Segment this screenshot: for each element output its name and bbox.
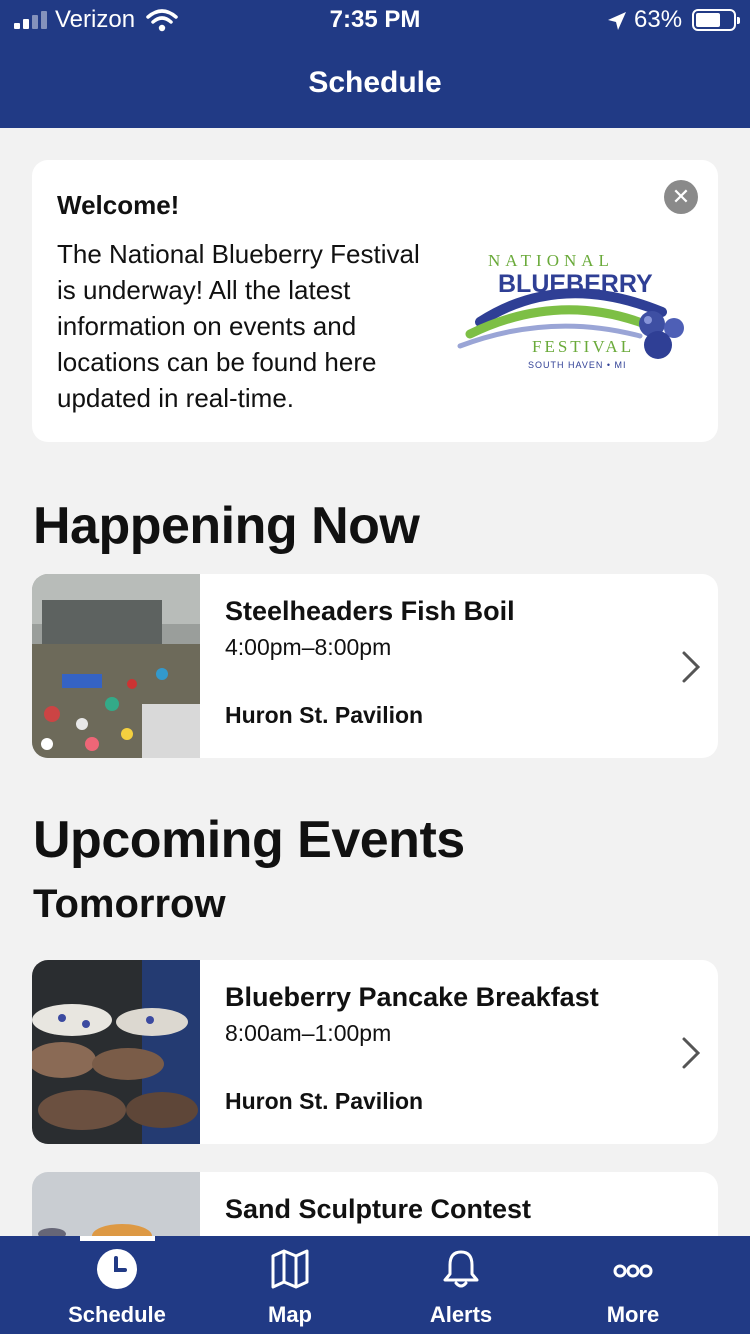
event-card-now-0[interactable]: Steelheaders Fish Boil 4:00pm–8:00pm Hur…	[32, 574, 718, 758]
event-time: 4:00pm–8:00pm	[225, 634, 392, 660]
upcoming-events-heading: Upcoming Events	[33, 811, 465, 869]
event-time: 8:00am–1:00pm	[225, 1020, 392, 1046]
tab-alerts[interactable]: Alerts	[367, 1236, 555, 1334]
page-title: Schedule	[308, 66, 442, 99]
location-arrow-icon	[608, 12, 626, 30]
tab-label: More	[606, 1302, 660, 1327]
tab-schedule[interactable]: Schedule	[23, 1236, 211, 1334]
map-icon	[271, 1249, 309, 1289]
tab-label: Schedule	[68, 1302, 166, 1327]
happening-now-heading: Happening Now	[33, 497, 420, 555]
tab-label: Map	[268, 1302, 312, 1327]
event-photo	[32, 960, 200, 1144]
active-tab-indicator	[80, 1236, 155, 1241]
svg-text:FESTIVAL: FESTIVAL	[532, 337, 634, 356]
svg-text:NATIONAL: NATIONAL	[488, 251, 614, 270]
chevron-right-icon	[682, 1037, 701, 1069]
top-bar: Verizon 7:35 PM 63% Schedule	[0, 0, 750, 128]
tab-bar: Schedule Map Alerts More	[0, 1236, 750, 1334]
event-photo	[32, 574, 200, 758]
tab-label: Alerts	[429, 1302, 493, 1327]
event-name: Sand Sculpture Contest	[225, 1194, 532, 1224]
chevron-right-icon	[682, 651, 701, 683]
event-name: Steelheaders Fish Boil	[225, 596, 515, 626]
status-bar: Verizon 7:35 PM 63%	[0, 0, 750, 42]
bell-icon	[443, 1250, 479, 1288]
close-icon: ✕	[671, 184, 691, 209]
tab-more[interactable]: More	[539, 1236, 727, 1334]
event-location: Huron St. Pavilion	[225, 702, 424, 728]
welcome-card: Welcome! The National Blueberry Festival…	[32, 160, 718, 442]
tab-map[interactable]: Map	[196, 1236, 384, 1334]
festival-logo: NATIONAL BLUEBERRY FESTIVAL SOUTH HAVEN …	[457, 251, 684, 370]
svg-text:SOUTH HAVEN • MI: SOUTH HAVEN • MI	[528, 360, 627, 370]
clock-icon	[97, 1249, 137, 1289]
event-location: Huron St. Pavilion	[225, 1088, 424, 1114]
welcome-body: The National Blueberry Festival is under…	[57, 239, 420, 413]
more-icon	[613, 1264, 653, 1278]
event-name: Blueberry Pancake Breakfast	[225, 982, 599, 1012]
welcome-heading: Welcome!	[57, 190, 180, 220]
day-heading: Tomorrow	[33, 882, 226, 926]
close-button[interactable]: ✕	[664, 180, 698, 214]
event-card-upcoming-0[interactable]: Blueberry Pancake Breakfast 8:00am–1:00p…	[32, 960, 718, 1144]
battery-icon	[692, 9, 740, 31]
battery-percent: 63%	[634, 6, 683, 33]
svg-text:BLUEBERRY: BLUEBERRY	[498, 270, 653, 298]
